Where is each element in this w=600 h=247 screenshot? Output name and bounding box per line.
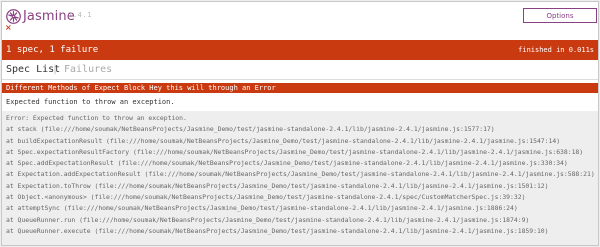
stack-trace-line: at QueueRunner.execute (file:///home/sou… <box>6 226 549 235</box>
stack-trace-line: at QueueRunner.run (file:///home/soumak/… <box>6 215 530 224</box>
duration-text: finished in 0.011s <box>518 46 594 54</box>
jasmine-logo[interactable]: Jasmine <box>6 7 75 25</box>
summary-bar: 1 spec, 1 failure finished in 0.011s <box>2 40 598 60</box>
results-menu: Spec List | Failures <box>2 60 598 80</box>
stack-trace: Error: Expected function to throw an exc… <box>2 111 598 245</box>
stack-trace-line: at Expectation.toThrow (file:///home/sou… <box>6 181 549 190</box>
stack-trace-line: at Object.<anonymous> (file:///home/soum… <box>6 193 526 202</box>
jasmine-flower-icon <box>6 8 21 24</box>
stack-trace-line: at stack (file:///home/soumak/NetBeansPr… <box>6 125 495 134</box>
banner: Jasmine 2.4.1 Options × <box>2 2 598 34</box>
stack-trace-line: Error: Expected function to throw an exc… <box>6 114 187 122</box>
menu-separator: | <box>52 64 59 75</box>
stack-trace-line: at Spec.addExpectationResult (file:///ho… <box>6 159 568 168</box>
stack-trace-line: at Spec.expectationResultFactory (file:/… <box>6 147 584 156</box>
version-label: 2.4.1 <box>68 11 93 19</box>
result-message: Expected function to throw an exception. <box>6 98 175 106</box>
failed-spec-name[interactable]: Different Methods of Expect Block Hey th… <box>6 84 276 92</box>
failures-link[interactable]: Failures <box>64 63 112 76</box>
stack-trace-line: at Expectation.addExpectationResult (fil… <box>6 170 595 179</box>
summary-text: 1 spec, 1 failure <box>6 45 99 55</box>
jasmine-report: Jasmine 2.4.1 Options × 1 spec, 1 failur… <box>1 1 599 246</box>
stack-trace-line: at attemptSync (file:///home/soumak/NetB… <box>6 204 518 213</box>
failed-spec-bar: Different Methods of Expect Block Hey th… <box>2 83 598 93</box>
stack-trace-line: at buildExpectationResult (file:///home/… <box>6 136 561 145</box>
failed-spec-marker[interactable]: × <box>5 23 12 33</box>
options-button[interactable]: Options <box>523 8 597 23</box>
